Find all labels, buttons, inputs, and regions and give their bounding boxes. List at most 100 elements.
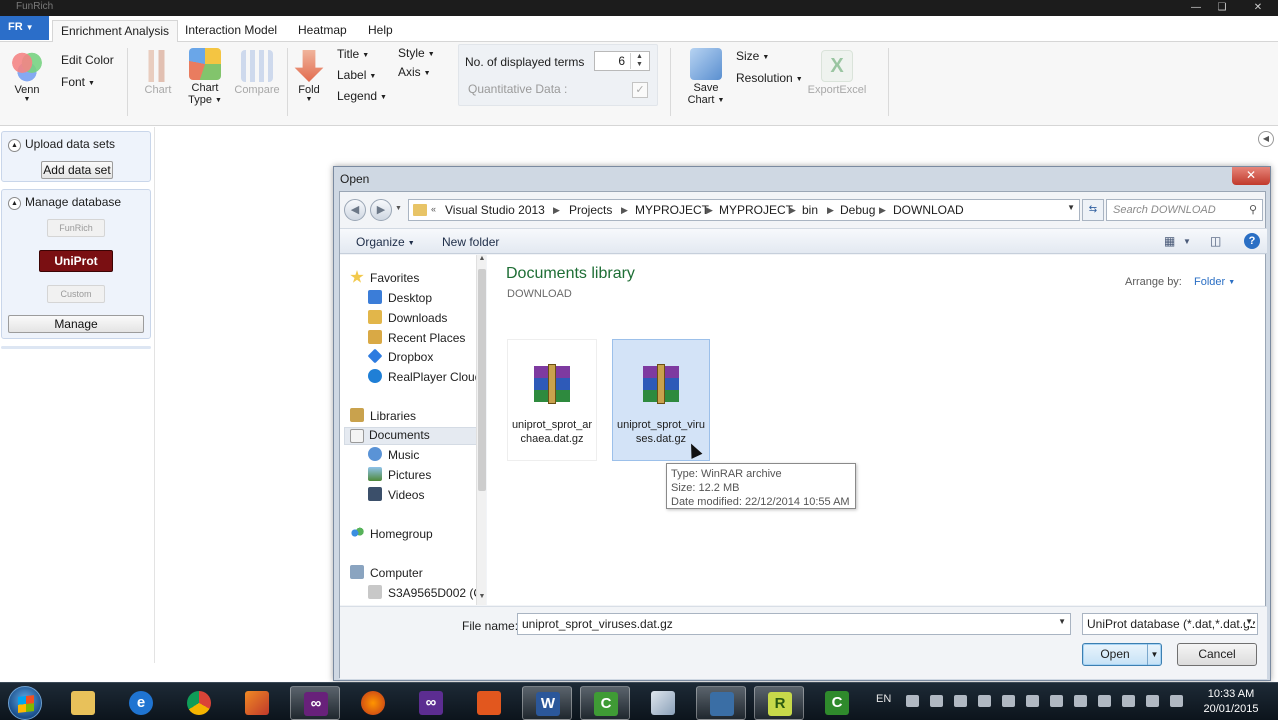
scroll-down-icon[interactable]: ▼: [478, 593, 486, 600]
taskbar-ie[interactable]: e: [116, 686, 166, 720]
breadcrumb-chevron-icon[interactable]: ▶: [879, 205, 886, 216]
nav-documents[interactable]: Documents: [344, 427, 480, 445]
app-menu-button[interactable]: FR ▼: [0, 16, 49, 40]
tray-icon[interactable]: [978, 695, 991, 707]
taskbar-firefox[interactable]: [348, 686, 398, 720]
volume-icon[interactable]: [1170, 695, 1183, 707]
scrollbar-thumb[interactable]: [478, 269, 486, 491]
tab-heatmap[interactable]: Heatmap: [290, 20, 355, 43]
tray-icon[interactable]: [1098, 695, 1111, 707]
address-dropdown-icon[interactable]: ▼: [1067, 203, 1075, 212]
view-options-chevron-icon[interactable]: ▼: [1183, 237, 1191, 246]
breadcrumb-item[interactable]: MYPROJECT: [635, 203, 709, 217]
taskbar-remote[interactable]: [696, 686, 746, 720]
scroll-up-icon[interactable]: ▲: [478, 255, 486, 262]
nav-favorites[interactable]: Favorites: [350, 270, 419, 288]
search-input[interactable]: Search DOWNLOAD ⚲: [1106, 199, 1263, 221]
taskbar-explorer[interactable]: [58, 686, 108, 720]
legend-dropdown[interactable]: Legend ▼: [337, 89, 387, 103]
breadcrumb-chevron-icon[interactable]: ▶: [789, 205, 796, 216]
tab-enrichment-analysis[interactable]: Enrichment Analysis: [52, 20, 179, 43]
tray-icon[interactable]: [906, 695, 919, 707]
battery-icon[interactable]: [1146, 695, 1159, 707]
taskbar-funrich[interactable]: R: [754, 686, 804, 720]
breadcrumb-chevron-icon[interactable]: ▶: [621, 205, 628, 216]
size-dropdown[interactable]: Size ▼: [736, 49, 769, 63]
export-excel-button[interactable]: X ExportExcel: [806, 50, 868, 96]
nav-pictures[interactable]: Pictures: [368, 467, 431, 485]
taskbar-visual-studio[interactable]: ∞: [290, 686, 340, 720]
add-data-set-button[interactable]: Add data set: [41, 161, 113, 179]
font-button[interactable]: Font ▼: [61, 75, 95, 89]
preview-pane-icon[interactable]: ◫: [1210, 234, 1221, 248]
breadcrumb-item[interactable]: Projects: [569, 203, 612, 217]
tray-icon[interactable]: [1074, 695, 1087, 707]
uniprot-db-button[interactable]: UniProt: [39, 250, 113, 272]
nav-realplayer-cloud[interactable]: RealPlayer Cloud: [368, 369, 481, 387]
file-item[interactable]: uniprot_sprot_archaea.dat.gz: [507, 339, 597, 461]
address-bar[interactable]: « Visual Studio 2013 ▶ Projects ▶ MYPROJ…: [408, 199, 1080, 221]
breadcrumb-chevron-icon[interactable]: ▶: [827, 205, 834, 216]
change-view-icon[interactable]: ▦: [1164, 234, 1175, 248]
axis-dropdown[interactable]: Axis ▼: [398, 65, 431, 79]
refresh-icon[interactable]: ⇆: [1082, 199, 1104, 221]
displayed-terms-stepper[interactable]: 6 ▲ ▼: [594, 51, 650, 71]
breadcrumb-item[interactable]: Visual Studio 2013: [445, 203, 545, 217]
nav-music[interactable]: Music: [368, 447, 419, 465]
tray-icon[interactable]: [1026, 695, 1039, 707]
tray-icon[interactable]: [954, 695, 967, 707]
nav-videos[interactable]: Videos: [368, 487, 424, 505]
nav-homegroup[interactable]: Homegroup: [350, 526, 433, 544]
breadcrumb-item[interactable]: bin: [802, 203, 818, 217]
title-dropdown[interactable]: Title ▼: [337, 47, 369, 61]
arrange-by-dropdown[interactable]: Folder ▼: [1194, 276, 1235, 288]
taskbar-chrome[interactable]: [174, 686, 224, 720]
label-dropdown[interactable]: Label ▼: [337, 68, 376, 82]
recent-locations-icon[interactable]: ▼: [395, 205, 402, 212]
dialog-close-icon[interactable]: ✕: [1232, 167, 1270, 185]
nav-downloads[interactable]: Downloads: [368, 310, 447, 328]
language-indicator[interactable]: EN: [876, 693, 891, 705]
custom-db-button[interactable]: Custom: [47, 285, 105, 303]
network-icon[interactable]: [1122, 695, 1135, 707]
breadcrumb-item[interactable]: MYPROJECT: [719, 203, 793, 217]
nav-drive-c[interactable]: S3A9565D002 (C:: [368, 585, 485, 603]
organize-button[interactable]: Organize ▼: [356, 235, 415, 249]
funrich-db-button[interactable]: FunRich: [47, 219, 105, 237]
edit-color-button[interactable]: Edit Color: [61, 53, 114, 67]
help-icon[interactable]: ?: [1244, 233, 1260, 249]
tab-interaction-model[interactable]: Interaction Model: [177, 20, 285, 43]
manage-button[interactable]: Manage: [8, 315, 144, 333]
chart-type-button[interactable]: Chart Type ▼: [186, 48, 224, 107]
start-button[interactable]: [8, 686, 42, 720]
cancel-button[interactable]: Cancel: [1177, 643, 1257, 666]
save-chart-button[interactable]: Save Chart ▼: [686, 48, 726, 107]
taskbar-camtasia-2[interactable]: C: [812, 686, 862, 720]
nav-desktop[interactable]: Desktop: [368, 290, 432, 308]
venn-button[interactable]: Venn ▼: [8, 50, 46, 103]
taskbar-office[interactable]: [464, 686, 514, 720]
file-name-input[interactable]: uniprot_sprot_viruses.dat.gz ▼: [517, 613, 1071, 635]
chevron-down-icon[interactable]: ▼: [1058, 617, 1066, 626]
style-dropdown[interactable]: Style ▼: [398, 46, 435, 60]
minimize-icon[interactable]: —: [1182, 0, 1210, 16]
resolution-dropdown[interactable]: Resolution ▼: [736, 71, 803, 85]
breadcrumb-item[interactable]: DOWNLOAD: [893, 203, 964, 217]
taskbar-app[interactable]: [638, 686, 688, 720]
chart-button[interactable]: Chart: [140, 50, 176, 96]
upload-header[interactable]: ▲ Upload data sets: [8, 137, 115, 152]
nav-libraries[interactable]: Libraries: [350, 408, 416, 426]
nav-scrollbar[interactable]: ▲ ▼: [476, 255, 486, 605]
taskbar-camtasia[interactable]: C: [580, 686, 630, 720]
nav-computer[interactable]: Computer: [350, 565, 423, 583]
tab-help[interactable]: Help: [360, 20, 401, 43]
tray-icon[interactable]: [1050, 695, 1063, 707]
back-arrow-icon[interactable]: ◀: [344, 199, 366, 221]
tray-icon[interactable]: [930, 695, 943, 707]
close-icon[interactable]: ✕: [1240, 0, 1276, 16]
taskbar-visual-studio-2[interactable]: ∞: [406, 686, 456, 720]
taskbar-matlab[interactable]: [232, 686, 282, 720]
new-folder-button[interactable]: New folder: [442, 235, 499, 249]
forward-arrow-icon[interactable]: ▶: [370, 199, 392, 221]
breadcrumb-overflow-icon[interactable]: «: [431, 204, 436, 214]
